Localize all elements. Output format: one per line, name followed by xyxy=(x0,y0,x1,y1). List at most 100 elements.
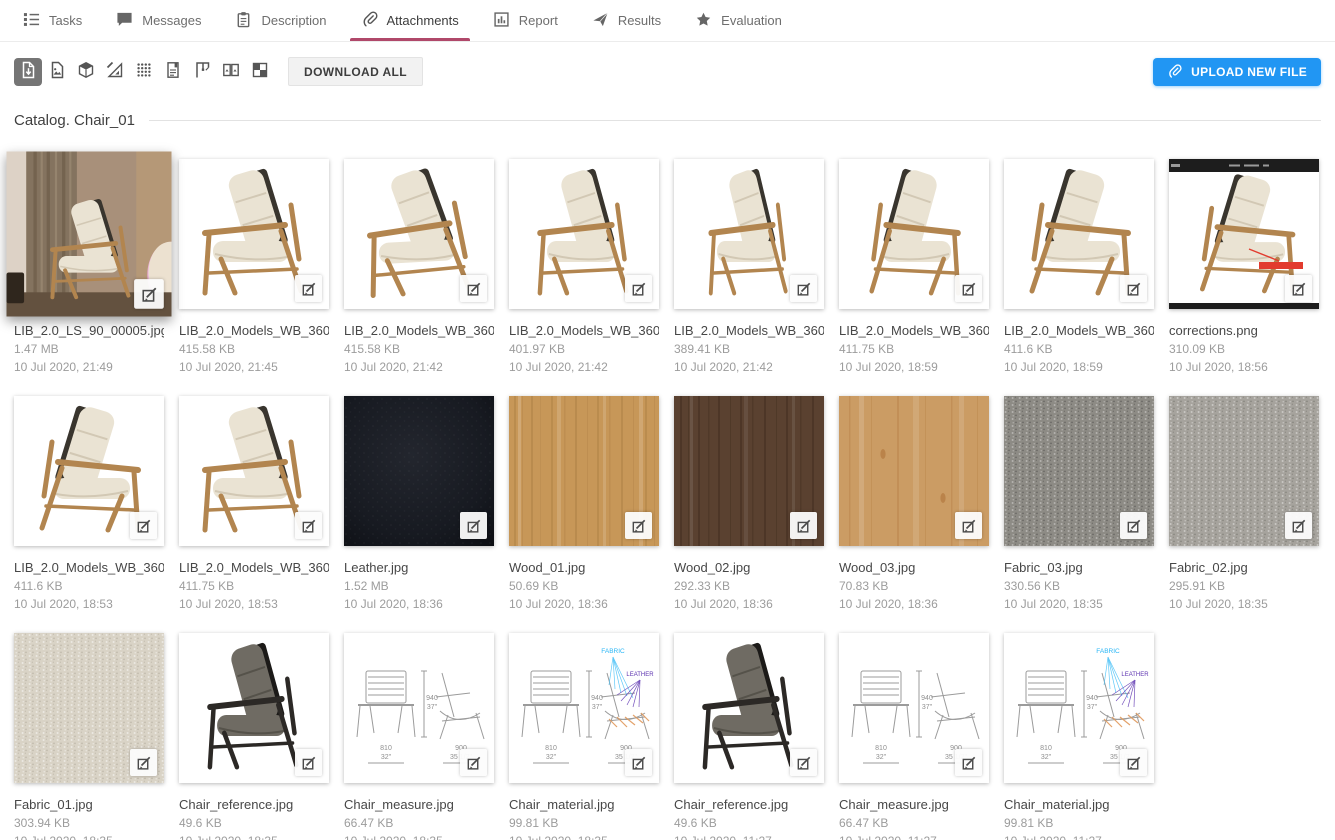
edit-file-button[interactable] xyxy=(295,512,322,539)
edit-file-button[interactable] xyxy=(625,749,652,776)
filter-3d-models[interactable] xyxy=(72,58,100,86)
file-size: 99.81 KB xyxy=(1004,816,1154,830)
file-card[interactable]: LIB_2.0_Models_WB_360_60f... 411.6 KB 10… xyxy=(1004,159,1154,374)
tab-report[interactable]: Report xyxy=(476,0,575,41)
file-thumbnail[interactable] xyxy=(839,159,989,309)
file-thumbnail[interactable] xyxy=(14,396,164,546)
file-card[interactable]: LIB_2.0_Models_WB_360_60f... 411.75 KB 1… xyxy=(839,159,989,374)
filter-materials[interactable] xyxy=(101,58,129,86)
download-all-button[interactable]: DOWNLOAD ALL xyxy=(288,57,423,86)
edit-pencil-icon xyxy=(466,518,482,534)
edit-file-button[interactable] xyxy=(295,275,322,302)
edit-file-button[interactable] xyxy=(955,275,982,302)
file-card[interactable]: 81032" 94037" 90035 1/2" FABRIC LEATHER … xyxy=(1004,633,1154,840)
file-card[interactable]: LIB_2.0_Models_WB_360_60f... 411.75 KB 1… xyxy=(179,396,329,611)
edit-file-button[interactable] xyxy=(955,749,982,776)
file-card[interactable]: LIB_2.0_Models_WB_360_60... 401.97 KB 10… xyxy=(509,159,659,374)
tab-description[interactable]: Description xyxy=(218,0,343,41)
file-thumbnail[interactable] xyxy=(179,396,329,546)
file-thumbnail[interactable] xyxy=(1169,159,1319,309)
file-thumbnail[interactable] xyxy=(674,633,824,783)
file-card[interactable]: LIB_2.0_Models_WB_360_60f... 411.6 KB 10… xyxy=(14,396,164,611)
file-thumbnail[interactable] xyxy=(344,159,494,309)
file-thumbnail[interactable] xyxy=(179,159,329,309)
edit-file-button[interactable] xyxy=(625,275,652,302)
edit-file-button[interactable] xyxy=(460,275,487,302)
file-thumbnail[interactable] xyxy=(179,633,329,783)
edit-pencil-icon xyxy=(466,281,482,297)
file-card[interactable]: Wood_02.jpg 292.33 KB 10 Jul 2020, 18:36 xyxy=(674,396,824,611)
edit-file-button[interactable] xyxy=(134,279,164,309)
file-card[interactable]: corrections.png 310.09 KB 10 Jul 2020, 1… xyxy=(1169,159,1319,374)
file-card[interactable]: Chair_reference.jpg 49.6 KB 10 Jul 2020,… xyxy=(179,633,329,840)
filter-plans[interactable] xyxy=(188,58,216,86)
file-thumbnail[interactable]: 81032" 94037" 90035 1/2" FABRIC LEATHER xyxy=(509,633,659,783)
edit-pencil-icon xyxy=(796,518,812,534)
filter-renders[interactable] xyxy=(246,58,274,86)
edit-file-button[interactable] xyxy=(1120,749,1147,776)
file-card[interactable]: Leather.jpg 1.52 MB 10 Jul 2020, 18:36 xyxy=(344,396,494,611)
edit-file-button[interactable] xyxy=(790,749,817,776)
file-card[interactable]: LIB_2.0_Models_WB_360_60... 415.58 KB 10… xyxy=(344,159,494,374)
file-card[interactable]: LIB_2.0_LS_90_00005.jpg 1.47 MB 10 Jul 2… xyxy=(14,159,164,374)
tab-attachments[interactable]: Attachments xyxy=(344,0,476,41)
edit-file-button[interactable] xyxy=(460,749,487,776)
file-thumbnail[interactable] xyxy=(7,152,172,317)
tab-results[interactable]: Results xyxy=(575,0,678,41)
file-thumbnail[interactable] xyxy=(674,159,824,309)
edit-file-button[interactable] xyxy=(130,749,157,776)
file-thumbnail[interactable] xyxy=(839,396,989,546)
file-card[interactable]: 81032" 94037" 90035 1/2" Chair_measure.j… xyxy=(839,633,989,840)
file-size: 292.33 KB xyxy=(674,579,824,593)
file-card[interactable]: LIB_2.0_Models_WB_360_60... 389.41 KB 10… xyxy=(674,159,824,374)
edit-file-button[interactable] xyxy=(460,512,487,539)
file-card[interactable]: Fabric_01.jpg 303.94 KB 10 Jul 2020, 18:… xyxy=(14,633,164,840)
file-thumbnail[interactable] xyxy=(344,396,494,546)
file-card[interactable]: 81032" 94037" 90035 1/2" Chair_measure.j… xyxy=(344,633,494,840)
file-date: 10 Jul 2020, 18:35 xyxy=(1004,597,1154,611)
edit-file-button[interactable] xyxy=(1285,275,1312,302)
edit-file-button[interactable] xyxy=(1285,512,1312,539)
filter-references[interactable] xyxy=(217,58,245,86)
filter-all-files[interactable] xyxy=(14,58,42,86)
file-thumbnail[interactable] xyxy=(1169,396,1319,546)
filter-documents[interactable] xyxy=(159,58,187,86)
tab-messages[interactable]: Messages xyxy=(99,0,218,41)
edit-file-button[interactable] xyxy=(1120,275,1147,302)
file-date: 10 Jul 2020, 18:53 xyxy=(14,597,164,611)
filter-textures[interactable] xyxy=(130,58,158,86)
file-thumbnail[interactable] xyxy=(509,159,659,309)
edit-file-button[interactable] xyxy=(625,512,652,539)
file-thumbnail[interactable] xyxy=(1004,396,1154,546)
file-thumbnail[interactable] xyxy=(674,396,824,546)
file-card[interactable]: Wood_01.jpg 50.69 KB 10 Jul 2020, 18:36 xyxy=(509,396,659,611)
file-card[interactable]: Wood_03.jpg 70.83 KB 10 Jul 2020, 18:36 xyxy=(839,396,989,611)
upload-new-file-button[interactable]: UPLOAD NEW FILE xyxy=(1153,58,1321,86)
edit-file-button[interactable] xyxy=(790,275,817,302)
file-thumbnail[interactable]: 81032" 94037" 90035 1/2" FABRIC LEATHER xyxy=(1004,633,1154,783)
file-name: Wood_02.jpg xyxy=(674,560,824,575)
edit-file-button[interactable] xyxy=(1120,512,1147,539)
file-thumbnail[interactable] xyxy=(509,396,659,546)
file-name: LIB_2.0_Models_WB_360_60... xyxy=(509,323,659,338)
file-card[interactable]: Fabric_03.jpg 330.56 KB 10 Jul 2020, 18:… xyxy=(1004,396,1154,611)
filter-images[interactable] xyxy=(43,58,71,86)
file-card[interactable]: 81032" 94037" 90035 1/2" FABRIC LEATHER … xyxy=(509,633,659,840)
edit-file-button[interactable] xyxy=(790,512,817,539)
file-card[interactable]: Fabric_02.jpg 295.91 KB 10 Jul 2020, 18:… xyxy=(1169,396,1319,611)
tab-tasks[interactable]: Tasks xyxy=(6,0,99,41)
edit-file-button[interactable] xyxy=(295,749,322,776)
edit-file-button[interactable] xyxy=(130,512,157,539)
file-card[interactable]: Chair_reference.jpg 49.6 KB 10 Jul 2020,… xyxy=(674,633,824,840)
file-thumbnail[interactable] xyxy=(14,633,164,783)
edit-file-button[interactable] xyxy=(955,512,982,539)
file-thumbnail[interactable] xyxy=(1004,159,1154,309)
edit-pencil-icon xyxy=(631,755,647,771)
file-thumbnail[interactable]: 81032" 94037" 90035 1/2" xyxy=(344,633,494,783)
tab-evaluation[interactable]: Evaluation xyxy=(678,0,799,41)
file-card[interactable]: LIB_2.0_Models_WB_360_60... 415.58 KB 10… xyxy=(179,159,329,374)
svg-text:32": 32" xyxy=(381,754,392,761)
file-name: LIB_2.0_Models_WB_360_60... xyxy=(179,323,329,338)
file-size: 330.56 KB xyxy=(1004,579,1154,593)
file-thumbnail[interactable]: 81032" 94037" 90035 1/2" xyxy=(839,633,989,783)
